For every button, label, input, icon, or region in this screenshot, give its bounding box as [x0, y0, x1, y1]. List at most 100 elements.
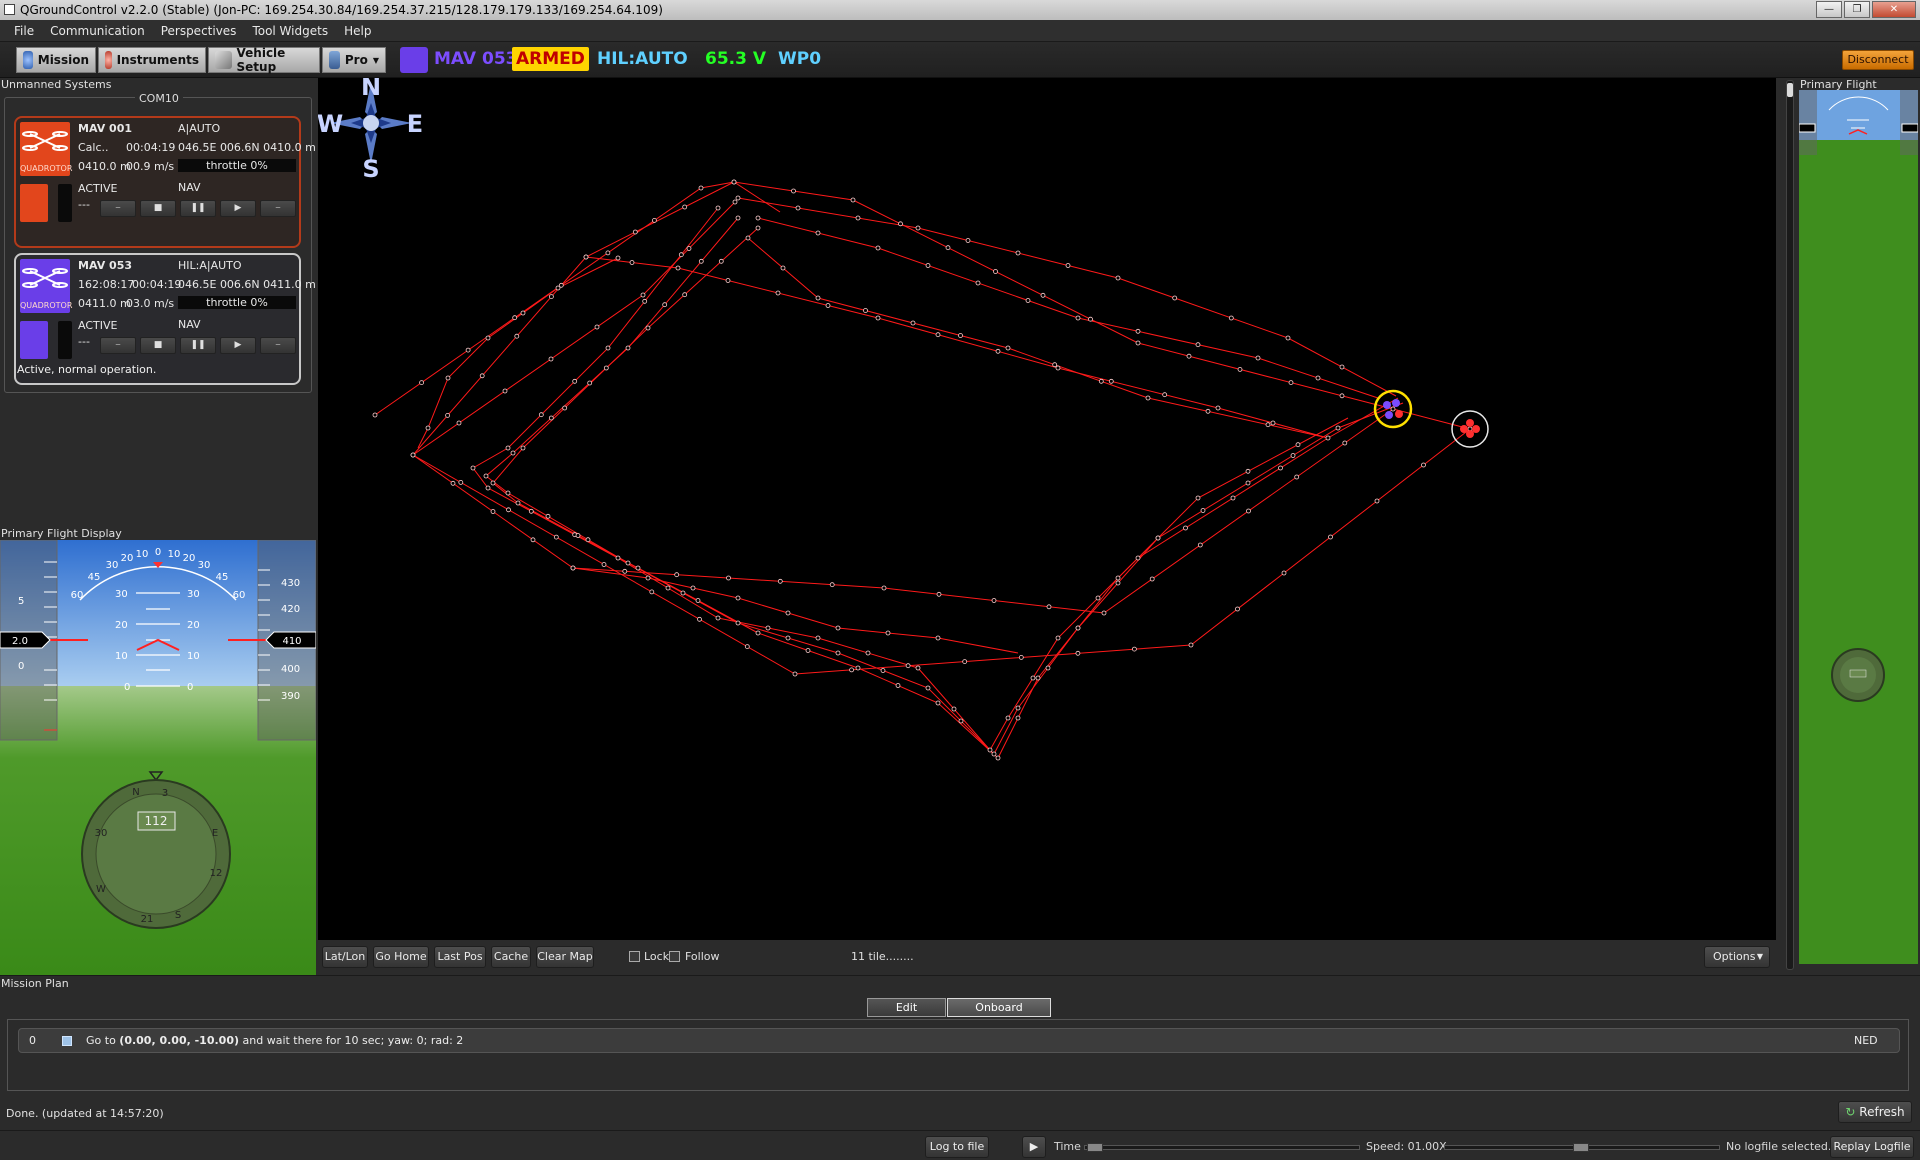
- pro-perspective-button[interactable]: Pro ▼: [322, 47, 386, 73]
- cache-button[interactable]: Cache: [491, 946, 531, 968]
- track-point: [1088, 316, 1093, 322]
- track-point: [936, 591, 942, 597]
- track-point: [485, 335, 491, 341]
- stop-button[interactable]: ■: [140, 337, 176, 354]
- play-button[interactable]: ▶: [220, 337, 256, 354]
- map-canvas[interactable]: N S W E: [318, 78, 1776, 940]
- speed-slider[interactable]: [1444, 1143, 1720, 1152]
- track-point: [1162, 392, 1168, 398]
- latlon-button[interactable]: Lat/Lon: [322, 946, 368, 968]
- waypoint-row[interactable]: 0 Go to (0.00, 0.00, -10.00) and wait th…: [18, 1028, 1900, 1053]
- compass-label: W: [96, 884, 106, 895]
- track-point: [505, 445, 511, 451]
- stop-button[interactable]: ■: [140, 200, 176, 217]
- replay-logfile-button[interactable]: Replay Logfile: [1830, 1136, 1914, 1158]
- uav-card-mav-001[interactable]: QUADROTOR MAV 001 A|AUTO Calc.. 00:04:19…: [14, 116, 316, 248]
- flight-track-line: [472, 207, 1399, 751]
- tab-onboard-waypoints[interactable]: Onboard Waypoints: [947, 998, 1051, 1031]
- roll-label: 0: [155, 547, 161, 558]
- log-to-file-button[interactable]: Log to file: [925, 1136, 989, 1158]
- pause-button[interactable]: ❚❚: [180, 200, 216, 217]
- track-point: [510, 450, 516, 456]
- menu-file[interactable]: File: [6, 20, 42, 42]
- track-point: [1055, 635, 1061, 641]
- menu-perspectives[interactable]: Perspectives: [153, 20, 245, 42]
- play-log-button[interactable]: ▶: [1022, 1136, 1046, 1158]
- pause-button[interactable]: ❚❚: [180, 337, 216, 354]
- track-point: [865, 650, 871, 656]
- track-point: [905, 663, 911, 669]
- takeoff-button[interactable]: ⎯: [100, 200, 136, 217]
- track-point: [1342, 440, 1348, 446]
- tab-edit-waypoints[interactable]: Edit Waypoints: [867, 998, 946, 1031]
- menu-help[interactable]: Help: [336, 20, 379, 42]
- map-view[interactable]: N S W E: [318, 78, 1776, 940]
- track-point: [935, 700, 941, 706]
- pitch-label: 20: [187, 620, 200, 631]
- maximize-button[interactable]: ❐: [1844, 1, 1870, 18]
- instruments-perspective-button[interactable]: Instruments: [98, 47, 206, 73]
- menu-tool-widgets[interactable]: Tool Widgets: [244, 20, 336, 42]
- follow-checkbox[interactable]: [669, 951, 680, 962]
- track-point: [1095, 595, 1101, 601]
- track-point: [697, 616, 702, 622]
- options-button[interactable]: Options ▼: [1704, 946, 1770, 968]
- track-point: [1270, 420, 1276, 426]
- disconnect-button[interactable]: Disconnect: [1842, 50, 1914, 70]
- waypoint-description: Go to (0.00, 0.00, -10.00) and wait ther…: [86, 1034, 464, 1047]
- track-point: [690, 585, 696, 591]
- track-point: [502, 388, 508, 394]
- uav-mode: A|AUTO: [178, 122, 221, 135]
- waypoint-current-checkbox[interactable]: [62, 1036, 72, 1046]
- track-point: [898, 221, 903, 227]
- track-point: [553, 534, 559, 540]
- land-button[interactable]: ⎯: [260, 337, 296, 354]
- track-point: [651, 217, 657, 223]
- clear-map-button[interactable]: Clear Map: [536, 946, 594, 968]
- roll-label: 30: [106, 560, 119, 571]
- alt-tick: 390: [281, 691, 300, 702]
- track-point: [530, 537, 536, 543]
- track-point: [456, 420, 462, 426]
- last-pos-button[interactable]: Last Pos: [434, 946, 486, 968]
- play-button[interactable]: ▶: [220, 200, 256, 217]
- track-point: [1186, 353, 1192, 359]
- time-label: Time: [1054, 1140, 1081, 1153]
- battery-bar: [58, 321, 72, 359]
- alt-tick: 420: [281, 604, 300, 615]
- track-point: [425, 425, 431, 431]
- track-point: [605, 250, 611, 256]
- flight-track-line: [737, 197, 1397, 397]
- track-point: [1115, 580, 1121, 586]
- vehicle-setup-perspective-button[interactable]: Vehicle Setup: [208, 46, 320, 74]
- track-point: [815, 230, 821, 236]
- track-point: [780, 265, 786, 271]
- track-point: [935, 635, 941, 641]
- track-point: [1115, 275, 1121, 281]
- lock-checkbox[interactable]: [629, 951, 640, 962]
- mission-perspective-button[interactable]: Mission: [16, 47, 96, 73]
- track-point: [632, 229, 638, 235]
- track-point: [745, 235, 751, 241]
- minimize-button[interactable]: —: [1816, 1, 1842, 18]
- menu-communication[interactable]: Communication: [42, 20, 153, 42]
- refresh-button[interactable]: ↻ Refresh: [1838, 1101, 1912, 1123]
- go-home-button[interactable]: Go Home: [373, 946, 429, 968]
- track-point: [795, 205, 801, 211]
- track-point: [1115, 575, 1121, 581]
- time-slider[interactable]: [1084, 1143, 1360, 1152]
- track-point: [744, 644, 750, 649]
- takeoff-button[interactable]: ⎯: [100, 337, 136, 354]
- track-point: [835, 625, 841, 631]
- track-point: [615, 555, 621, 561]
- vertical-scrollbar[interactable]: [1786, 80, 1794, 970]
- track-point: [1015, 715, 1021, 721]
- roll-label: 45: [88, 572, 101, 583]
- track-point: [583, 254, 589, 260]
- land-button[interactable]: ⎯: [260, 200, 296, 217]
- track-point: [1390, 406, 1396, 412]
- track-point: [1135, 328, 1141, 334]
- close-button[interactable]: ✕: [1872, 1, 1916, 18]
- track-point: [1339, 364, 1345, 370]
- track-point: [1195, 342, 1201, 348]
